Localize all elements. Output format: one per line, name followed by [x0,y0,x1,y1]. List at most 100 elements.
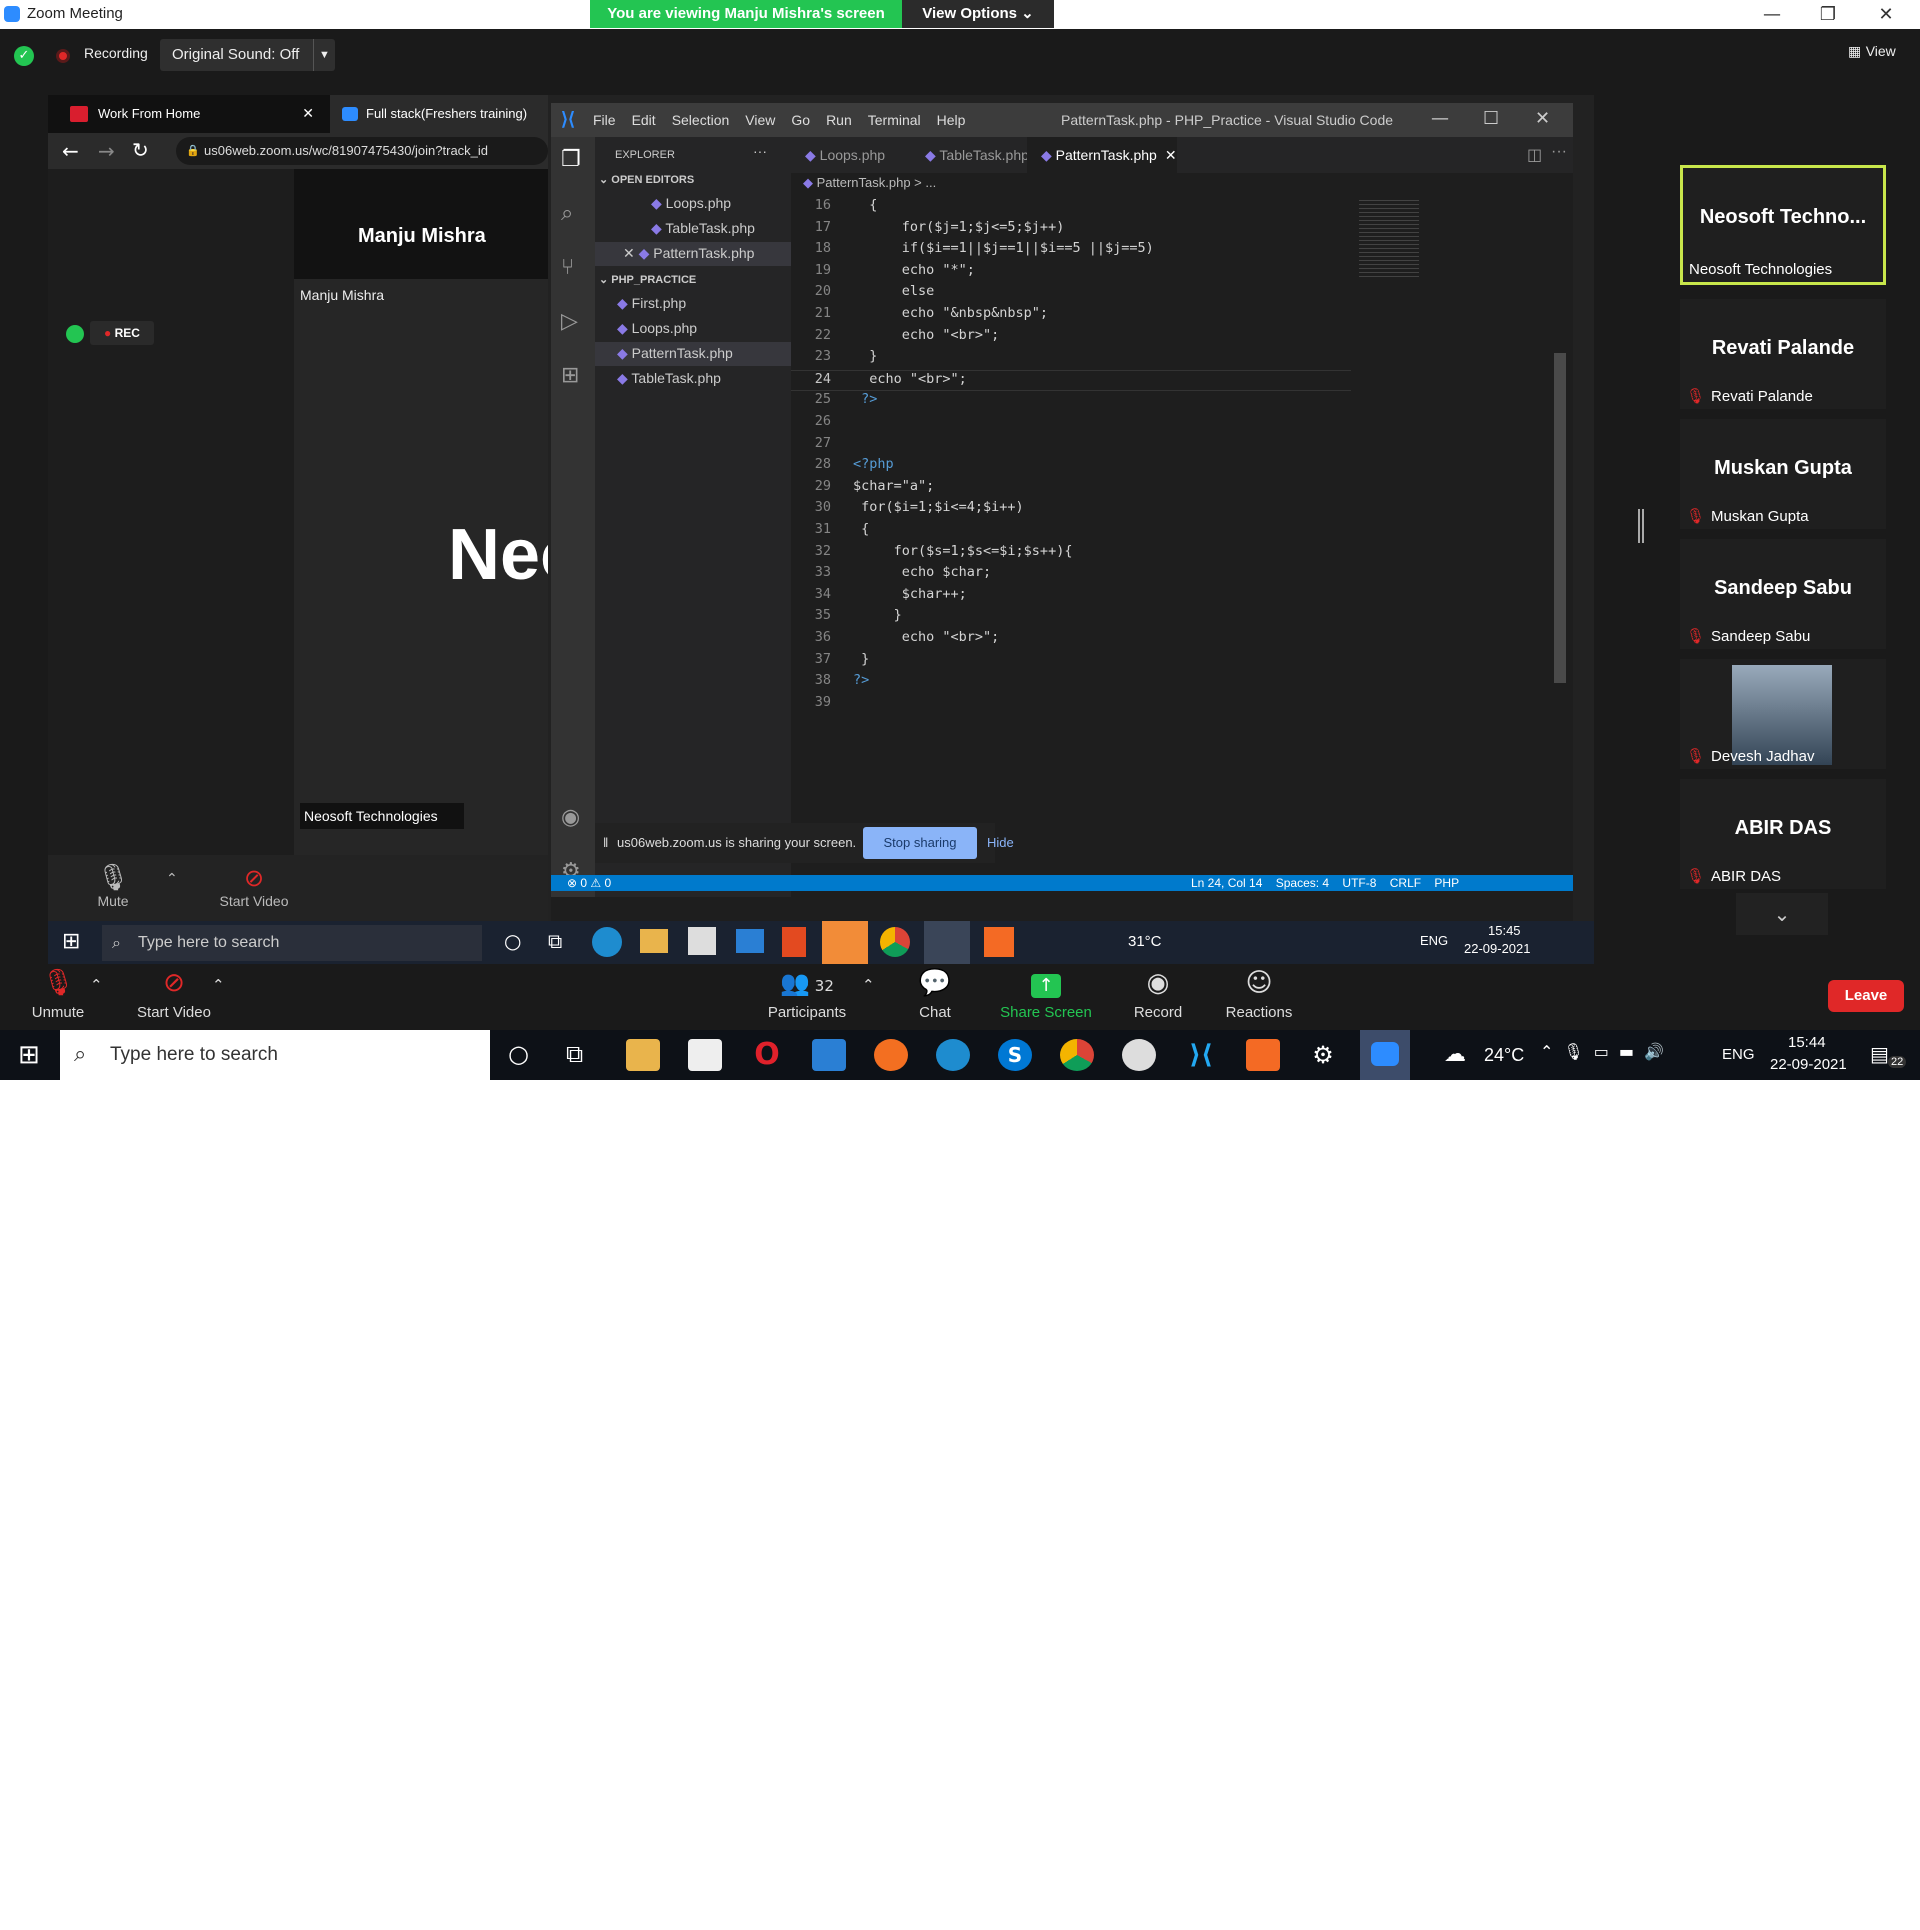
view-button[interactable]: ▦ View [1848,43,1896,60]
code-line[interactable]: 35 } [791,607,1351,628]
search-icon[interactable]: ⌕ [561,201,573,226]
folder-file-item[interactable]: ◆ TableTask.php [617,370,721,387]
code-line[interactable]: 21 echo "&nbsp&nbsp"; [791,305,1351,326]
code-line[interactable]: 31 { [791,521,1351,542]
code-line[interactable]: 32 for($s=1;$s<=$i;$s++){ [791,543,1351,564]
cortana-icon[interactable]: ○ [508,1040,529,1068]
folder-file-item[interactable]: ◆ Loops.php [617,320,697,337]
explorer-icon[interactable]: ❐ [561,147,581,172]
share-screen-button[interactable]: ↑ Share Screen [996,968,1096,1021]
gallery-resize-handle[interactable] [1638,509,1644,543]
taskbar-search-box[interactable]: ⌕ Type here to search [60,1030,490,1080]
menu-go[interactable]: Go [791,112,810,128]
participant-tile[interactable]: Sandeep Sabu 🎙 Sandeep Sabu [1680,539,1886,649]
skype-icon[interactable]: S [998,1039,1032,1071]
participant-tile[interactable]: Muskan Gupta 🎙 Muskan Gupta [1680,419,1886,529]
minimize-button[interactable]: — [1744,2,1800,28]
windows-start-icon[interactable]: ⊞ [18,1040,40,1070]
problems-status[interactable]: ⊗ 0 ⚠ 0 [567,876,611,890]
unmute-button[interactable]: 🎙 Unmute [18,968,98,1021]
code-line[interactable]: 24 echo "<br>"; [791,369,1351,391]
vs-close-icon[interactable]: ✕ [1535,108,1550,129]
opera-icon[interactable]: O [750,1039,784,1071]
open-file-item[interactable]: ◆ Loops.php [651,195,731,212]
tab-full-stack[interactable]: Full stack(Freshers training) [330,95,548,133]
gallery-next-icon[interactable]: ⌄ [1736,893,1828,935]
participant-tile[interactable]: Neosoft Techno... Neosoft Technologies [1680,165,1886,285]
clock-time[interactable]: 15:44 [1788,1034,1826,1051]
language-indicator[interactable]: ENG [1722,1046,1755,1063]
notifications-icon[interactable]: ▤ [1870,1042,1889,1066]
forward-icon[interactable]: → [98,139,115,163]
close-tab-icon[interactable]: ✕ [302,95,314,133]
menu-help[interactable]: Help [937,112,966,128]
chevron-down-icon[interactable]: ▼ [313,39,335,71]
code-line[interactable]: 36 echo "<br>"; [791,629,1351,650]
code-line[interactable]: 16 { [791,197,1351,218]
url-field[interactable]: 🔒 us06web.zoom.us/wc/81907475430/join?tra… [176,137,548,165]
task-view-icon[interactable]: ⧉ [566,1040,583,1068]
extensions-icon[interactable]: ⊞ [561,363,579,388]
mute-button[interactable]: 🎙 Mute [78,863,148,909]
leave-button[interactable]: Leave [1828,980,1904,1012]
code-line[interactable]: 19 echo "*"; [791,262,1351,283]
cursor-status[interactable]: Ln 24, Col 14 Spaces: 4 UTF-8 CRLF PHP [1191,876,1459,890]
chrome-icon[interactable] [1060,1039,1094,1071]
record-button[interactable]: ◉ Record [1118,968,1198,1021]
original-sound-button[interactable]: Original Sound: Off ▼ [160,39,335,71]
menu-file[interactable]: File [593,112,616,128]
code-line[interactable]: 33 echo $char; [791,564,1351,585]
code-line[interactable]: 25 ?> [791,391,1351,412]
menu-view[interactable]: View [745,112,775,128]
code-line[interactable]: 39 [791,694,1351,715]
caret-up-icon[interactable]: ⌃ [166,871,178,887]
code-line[interactable]: 22 echo "<br>"; [791,327,1351,348]
start-video-button[interactable]: ⊘ Start Video [204,863,304,909]
vscode-icon[interactable]: ⟩⟨ [1184,1039,1218,1071]
folder-file-item[interactable]: ◆ PatternTask.php [617,345,733,362]
code-line[interactable]: 20 else [791,283,1351,304]
more-actions-icon[interactable]: ··· [1551,143,1567,161]
view-options-button[interactable]: View Options ⌄ [902,0,1054,28]
shield-icon[interactable]: ✓ [14,46,34,66]
vs-maximize-icon[interactable]: ☐ [1483,108,1499,129]
open-file-item[interactable]: ✕ ◆ PatternTask.php [623,245,754,262]
folder-header[interactable]: ⌄ PHP_PRACTICE [599,273,696,286]
store-icon[interactable] [688,1039,722,1071]
vs-minimize-icon[interactable]: — [1431,108,1449,129]
settings-gear-icon[interactable]: ⚙ [1306,1039,1340,1071]
code-line[interactable]: 18 if($i==1||$j==1||$i==5 ||$j==5) [791,240,1351,261]
menu-edit[interactable]: Edit [632,112,656,128]
menu-run[interactable]: Run [826,112,852,128]
start-video-button[interactable]: ⊘ Start Video [126,968,222,1021]
more-actions-icon[interactable]: ··· [753,143,767,159]
menu-terminal[interactable]: Terminal [868,112,921,128]
open-editors-header[interactable]: ⌄ OPEN EDITORS [599,173,694,186]
source-control-icon[interactable]: ⑂ [561,255,574,280]
run-debug-icon[interactable]: ▷ [561,309,578,334]
code-line[interactable]: 30 for($i=1;$i<=4;$i++) [791,499,1351,520]
code-editor[interactable]: 16 {17 for($j=1;$j<=5;$j++) 18 if($i==1||… [791,197,1351,867]
file-explorer-icon[interactable] [626,1039,660,1071]
participants-caret-icon[interactable]: ⌃ [862,976,875,994]
scrollbar-thumb[interactable] [1554,353,1566,683]
close-editor-icon[interactable]: ✕ [623,245,639,261]
open-file-item[interactable]: ◆ TableTask.php [651,220,755,237]
video-options-caret-icon[interactable]: ⌃ [212,976,225,994]
minimap[interactable] [1359,197,1419,277]
recording-label[interactable]: Recording [84,45,148,61]
split-editor-icon[interactable]: ◫ [1527,145,1542,164]
reactions-button[interactable]: ☺ Reactions [1216,968,1302,1021]
xampp-icon[interactable] [1246,1039,1280,1071]
stop-sharing-button[interactable]: Stop sharing [863,827,977,859]
code-line[interactable]: 38 ?> [791,672,1351,693]
code-line[interactable]: 34 $char++; [791,586,1351,607]
participants-button[interactable]: 👥 32 Participants [752,968,862,1021]
participant-tile[interactable]: ABIR DAS 🎙 ABIR DAS [1680,779,1886,889]
participant-tile[interactable]: Revati Palande 🎙 Revati Palande [1680,299,1886,409]
drag-handle-icon[interactable]: ‖ [603,835,608,850]
menu-selection[interactable]: Selection [672,112,730,128]
clock-date[interactable]: 22-09-2021 [1770,1056,1847,1073]
weather-icon[interactable]: ☁ [1444,1042,1466,1067]
mail-icon[interactable] [812,1039,846,1071]
